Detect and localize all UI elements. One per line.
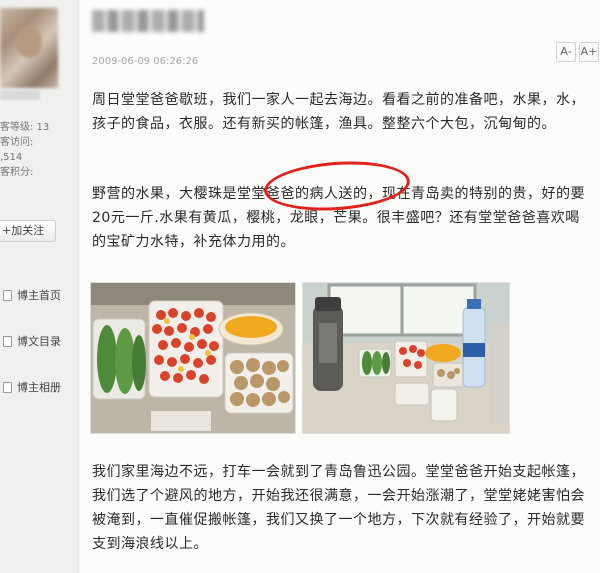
fruit-photo[interactable] bbox=[90, 282, 296, 434]
fruit-photo-image bbox=[91, 283, 295, 433]
sidebar-item-catalog[interactable]: 博文目录 bbox=[0, 318, 61, 364]
sidebar-item-label: 博主首页 bbox=[17, 289, 61, 302]
font-larger-button[interactable]: A+ bbox=[579, 42, 599, 62]
table-photo[interactable] bbox=[302, 282, 510, 434]
font-size-controls: A- A+ bbox=[556, 42, 599, 62]
font-smaller-button[interactable]: A- bbox=[556, 42, 576, 62]
stat-visits-value: ,514 bbox=[0, 152, 23, 163]
sidebar-nav: 博主首页 博文目录 博主相册 bbox=[0, 272, 61, 410]
post-date: 2009-06-09 06:26:26 bbox=[92, 56, 199, 67]
photo-icon bbox=[3, 381, 12, 393]
stat-visits: 客访问: bbox=[0, 137, 34, 148]
page-icon bbox=[3, 289, 12, 301]
avatar[interactable] bbox=[0, 8, 58, 88]
table-photo-image bbox=[303, 283, 509, 433]
paragraph-3: 我们家里海边不远，打车一会就到了青岛鲁迅公园。堂堂爸爸开始支起帐篷，我们选了个避… bbox=[92, 464, 585, 552]
sidebar-item-label: 博主相册 bbox=[17, 381, 61, 394]
blogger-stats: 客等级: 13 客访问: ,514 客积分: bbox=[0, 120, 49, 180]
stat-points: 客积分: bbox=[0, 167, 34, 178]
sidebar-item-label: 博文目录 bbox=[17, 335, 61, 348]
sidebar-item-album[interactable]: 博主相册 bbox=[0, 364, 61, 410]
stat-level: 客等级: 13 bbox=[0, 122, 50, 133]
blurred-username bbox=[0, 90, 40, 100]
post-title-blurred bbox=[92, 10, 204, 32]
paragraph-1: 周日堂堂爸爸歇班，我们一家人一起去海边。看看之前的准备吧，水果，水，孩子的食品，… bbox=[92, 92, 585, 132]
list-icon bbox=[3, 335, 12, 347]
blog-sidebar: 客等级: 13 客访问: ,514 客积分: +加关注 博主首页 博文目录 博主… bbox=[0, 0, 78, 573]
follow-button[interactable]: +加关注 bbox=[0, 220, 56, 242]
sidebar-item-home[interactable]: 博主首页 bbox=[0, 272, 61, 318]
post-content: 2009-06-09 06:26:26 A- A+ 周日堂堂爸爸歇班，我们一家人… bbox=[80, 0, 600, 573]
